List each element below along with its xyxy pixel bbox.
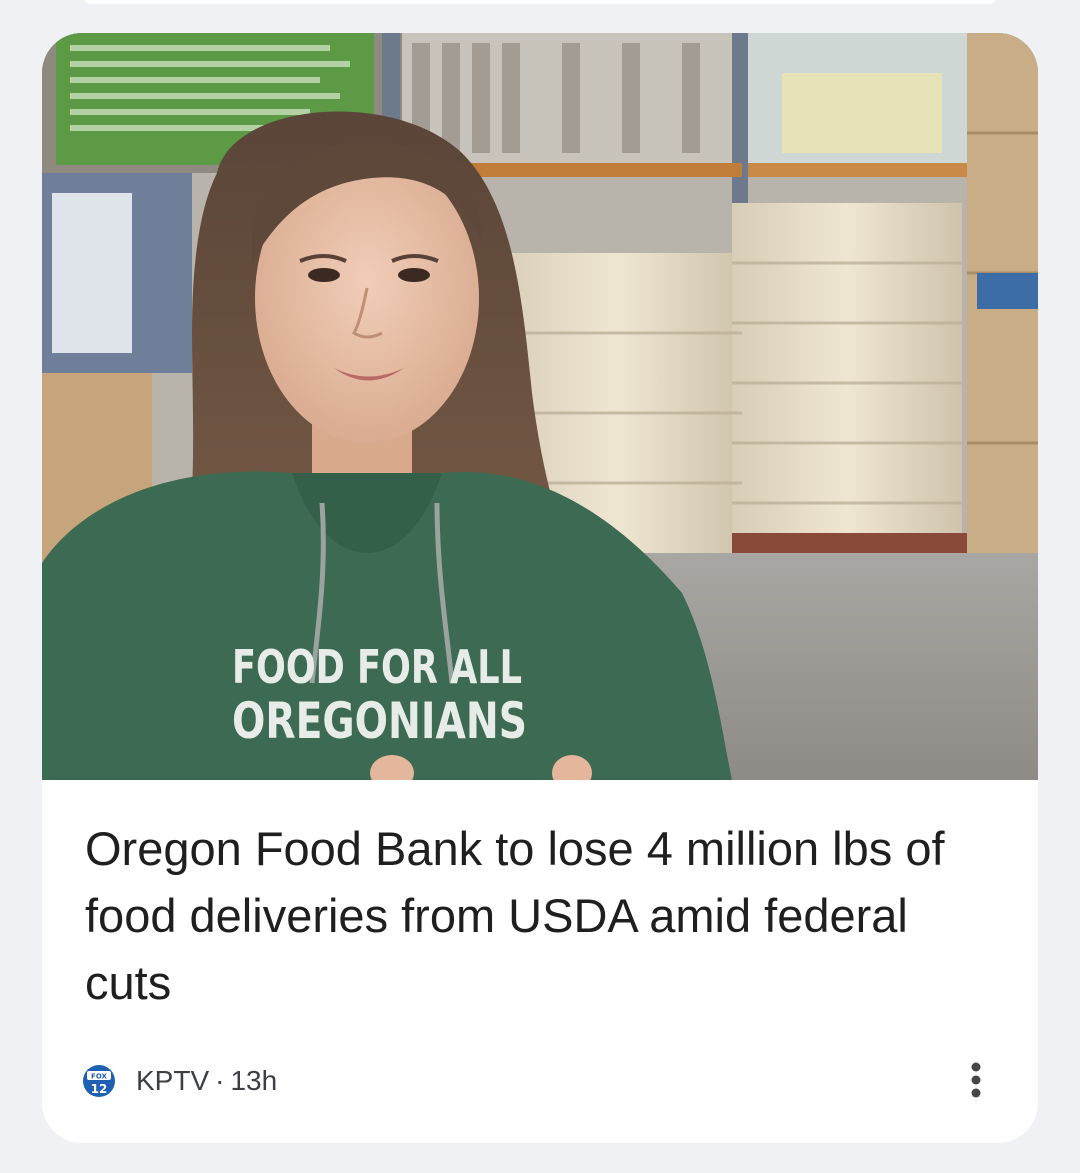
svg-text:FOOD FOR ALL: FOOD FOR ALL — [232, 640, 522, 694]
svg-text:12: 12 — [91, 1082, 108, 1096]
more-options-button[interactable] — [954, 1055, 998, 1105]
news-article-card[interactable]: FOOD FOR ALL OREGONIANS Oregon Food Bank… — [42, 33, 1038, 1143]
meta-separator: · — [215, 1065, 225, 1096]
article-meta: FOX 12 KPTV · 13h — [82, 1061, 277, 1101]
fox12-logo-icon: FOX 12 — [83, 1065, 115, 1097]
article-headline[interactable]: Oregon Food Bank to lose 4 million lbs o… — [85, 815, 985, 1016]
source-name[interactable]: KPTV — [136, 1065, 209, 1097]
article-photo: FOOD FOR ALL OREGONIANS — [42, 33, 1038, 780]
more-vert-icon — [971, 1062, 981, 1098]
article-thumbnail[interactable]: FOOD FOR ALL OREGONIANS — [42, 33, 1038, 780]
svg-text:FOX: FOX — [91, 1073, 107, 1081]
previous-card-edge — [85, 0, 995, 4]
svg-text:OREGONIANS: OREGONIANS — [232, 692, 527, 750]
published-age: 13h — [230, 1065, 278, 1096]
